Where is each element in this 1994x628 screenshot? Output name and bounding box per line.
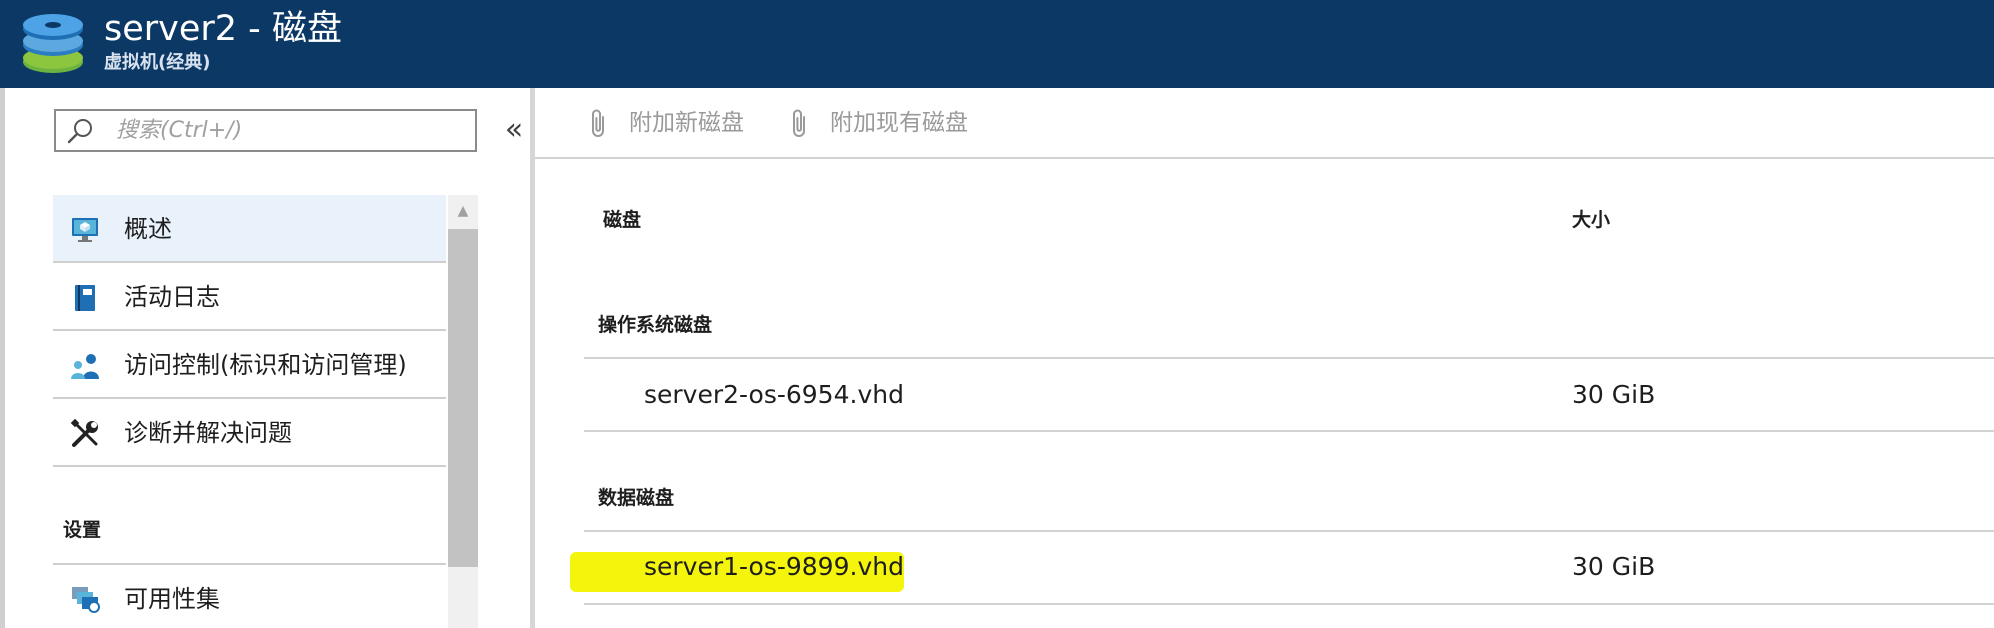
page-subtitle: 虚拟机(经典) [104, 52, 211, 73]
data-disk-group-label: 数据磁盘 [598, 487, 675, 509]
access-control-users-icon [71, 354, 99, 379]
nav-item-access-control[interactable]: 访问控制(标识和访问管理) [53, 331, 446, 399]
command-bar: 附加新磁盘 附加现有磁盘 [535, 88, 1994, 158]
disk-name: server2-os-6954.vhd [644, 380, 904, 409]
search-box[interactable] [54, 109, 477, 152]
disk-size: 30 GiB [1572, 552, 1656, 581]
paperclip-icon [592, 109, 604, 137]
nav-item-label: 访问控制(标识和访问管理) [124, 351, 407, 379]
activity-log-book-icon [75, 285, 95, 311]
search-input[interactable] [116, 111, 466, 150]
menu-scrollbar[interactable]: ▲ [448, 195, 478, 628]
page-title: server2 - 磁盘 [104, 9, 342, 49]
virtual-disk-stack-icon [23, 14, 83, 73]
nav-item-label: 活动日志 [124, 283, 220, 311]
paperclip-icon [793, 109, 805, 137]
nav-item-label: 概述 [124, 215, 172, 243]
pane-divider[interactable] [530, 88, 535, 628]
attach-existing-disk-button[interactable]: 附加现有磁盘 [788, 105, 1028, 141]
nav-item-label: 可用性集 [124, 585, 220, 613]
divider [535, 157, 1994, 159]
scrollbar-thumb[interactable] [448, 229, 478, 567]
divider [584, 603, 1994, 605]
attach-existing-disk-label: 附加现有磁盘 [830, 110, 968, 136]
nav-section-settings: 设置 [63, 519, 102, 541]
nav-item-label: 诊断并解决问题 [124, 419, 292, 447]
blade-header: server2 - 磁盘 虚拟机(经典) [0, 0, 1994, 88]
search-icon [67, 119, 92, 144]
nav-item-availability-set[interactable]: 可用性集 [53, 565, 446, 628]
column-header-disk: 磁盘 [603, 209, 642, 231]
nav-item-overview[interactable]: 概述 [53, 195, 446, 263]
scroll-up-arrow-icon[interactable]: ▲ [448, 195, 478, 227]
availability-set-icon [72, 587, 100, 613]
nav-item-activity-log[interactable]: 活动日志 [53, 263, 446, 331]
attach-new-disk-button[interactable]: 附加新磁盘 [587, 105, 787, 141]
wrench-screwdriver-icon [70, 419, 98, 447]
collapse-menu-button[interactable]: « [500, 112, 528, 148]
table-row[interactable]: server2-os-6954.vhd 30 GiB [584, 359, 1994, 431]
column-header-size: 大小 [1572, 209, 1611, 231]
nav-item-diagnose[interactable]: 诊断并解决问题 [53, 399, 446, 467]
resource-menu: 概述 活动日志 访问控制(标识和访问管理) 诊断并解决问题 设置 可用性集 [53, 195, 446, 628]
table-row[interactable]: server1-os-9899.vhd 30 GiB [584, 531, 1994, 603]
disk-name: server1-os-9899.vhd [644, 552, 904, 581]
disk-size: 30 GiB [1572, 380, 1656, 409]
attach-new-disk-label: 附加新磁盘 [629, 110, 744, 136]
overview-monitor-icon [72, 218, 98, 242]
os-disk-group-label: 操作系统磁盘 [598, 314, 713, 336]
